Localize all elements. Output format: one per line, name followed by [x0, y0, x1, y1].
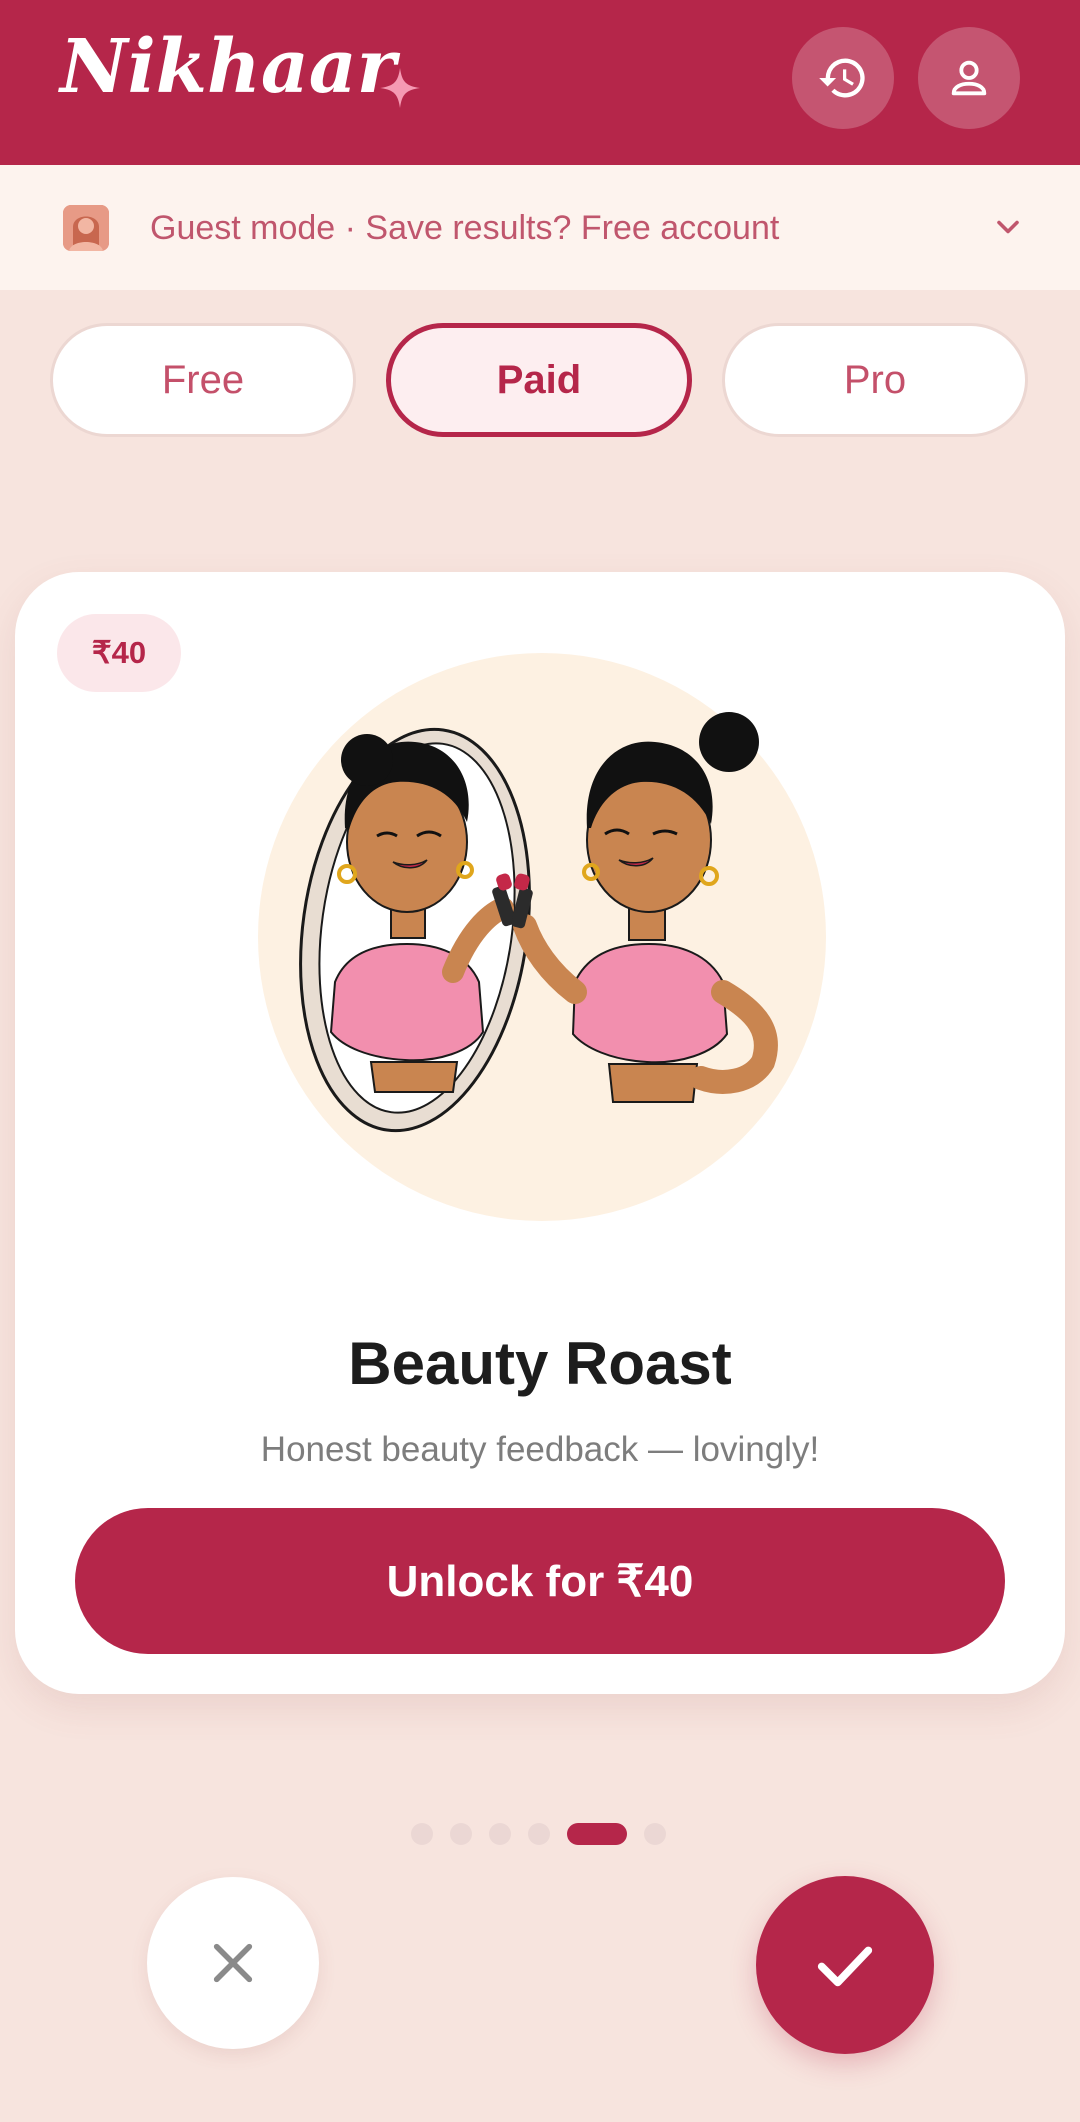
price-badge: ₹40 [57, 614, 181, 692]
sparkle-icon [380, 68, 420, 108]
app-header: Nikhaar [0, 0, 1080, 165]
history-button[interactable] [792, 27, 894, 129]
history-icon [819, 58, 865, 98]
pager-dot[interactable] [411, 1823, 433, 1845]
beauty-roast-illustration [258, 653, 826, 1221]
guest-mode-banner[interactable]: Guest mode · Save results? Free account [0, 165, 1080, 290]
pager-dot[interactable] [450, 1823, 472, 1845]
tier-tab-paid[interactable]: Paid [386, 323, 692, 437]
pager-dot[interactable] [528, 1823, 550, 1845]
person-icon [951, 60, 987, 96]
guest-mode-text: Guest mode · Save results? Free account [150, 209, 780, 247]
pager-dots [411, 1823, 666, 1845]
accept-button[interactable] [756, 1876, 934, 2054]
check-icon [817, 1946, 873, 1987]
pager-dot[interactable] [489, 1823, 511, 1845]
feature-card[interactable]: ₹40 Beauty Roast Honest beauty feedback … [15, 572, 1065, 1694]
woman-avatar-icon [63, 205, 109, 251]
tier-tab-pro[interactable]: Pro [722, 323, 1028, 437]
chevron-down-icon[interactable] [990, 209, 1026, 245]
card-subtitle: Honest beauty feedback — lovingly! [260, 1430, 820, 1469]
unlock-button[interactable]: Unlock for ₹40 [75, 1508, 1005, 1654]
pager-dot-active[interactable] [567, 1823, 627, 1845]
profile-button[interactable] [918, 27, 1020, 129]
card-title: Beauty Roast [348, 1330, 732, 1397]
close-icon [213, 1943, 253, 1983]
pager-dot[interactable] [644, 1823, 666, 1845]
tier-tab-free[interactable]: Free [50, 323, 356, 437]
reject-button[interactable] [147, 1877, 319, 2049]
app-logo: Nikhaar [60, 24, 396, 110]
